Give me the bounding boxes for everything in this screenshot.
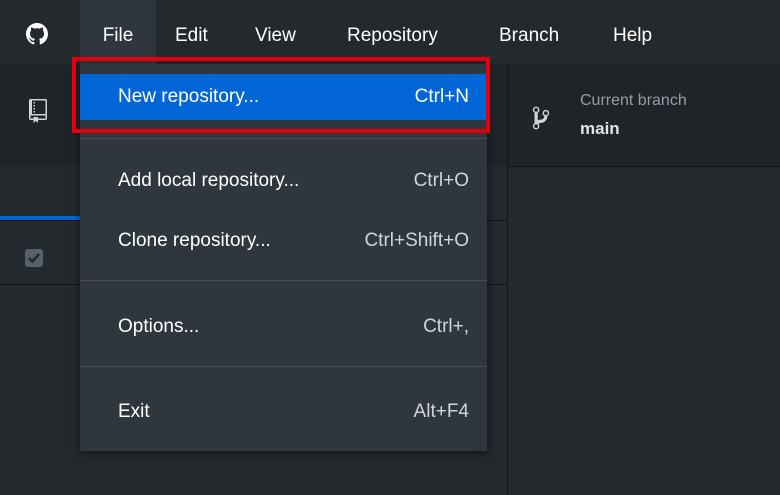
menu-divider xyxy=(80,280,487,281)
menu-item-label: Exit xyxy=(118,401,150,422)
menu-branch-label: Branch xyxy=(499,25,560,46)
menu-edit-label: Edit xyxy=(175,25,208,46)
menu-branch[interactable]: Branch xyxy=(499,0,559,64)
menu-help[interactable]: Help xyxy=(613,0,652,64)
menu-item-label: Options... xyxy=(118,316,200,337)
menu-clone-repository[interactable]: Clone repository... Ctrl+Shift+O xyxy=(80,218,487,264)
menu-edit[interactable]: Edit xyxy=(175,0,208,64)
menu-divider xyxy=(80,366,487,367)
current-branch-value[interactable]: main xyxy=(580,119,620,139)
right-panel xyxy=(508,167,780,495)
vertical-divider xyxy=(507,64,508,495)
menu-item-shortcut: Alt+F4 xyxy=(413,401,469,422)
menu-item-shortcut: Ctrl+O xyxy=(413,170,469,191)
menu-view-label: View xyxy=(255,25,296,46)
menu-item-label: Add local repository... xyxy=(118,170,300,191)
menu-file[interactable]: File xyxy=(80,0,156,64)
repository-icon[interactable] xyxy=(29,98,47,124)
menu-item-shortcut: Ctrl+Shift+O xyxy=(364,230,469,251)
menu-view[interactable]: View xyxy=(255,0,296,64)
current-branch-label: Current branch xyxy=(580,92,687,109)
title-bar: File Edit View Repository Branch Help xyxy=(0,0,780,64)
checkmark-icon xyxy=(28,253,40,264)
menu-file-label: File xyxy=(102,25,134,46)
menu-repository[interactable]: Repository xyxy=(347,0,438,64)
menu-item-label: Clone repository... xyxy=(118,230,271,251)
menu-divider xyxy=(80,138,487,139)
branch-icon[interactable] xyxy=(531,105,551,131)
menu-add-local-repository[interactable]: Add local repository... Ctrl+O xyxy=(80,158,487,204)
menu-options[interactable]: Options... Ctrl+, xyxy=(80,304,487,350)
menu-help-label: Help xyxy=(613,25,653,46)
menu-item-shortcut: Ctrl+, xyxy=(423,316,469,337)
checkbox-icon[interactable] xyxy=(25,249,43,267)
github-logo-icon[interactable] xyxy=(26,23,48,45)
annotation-highlight-box xyxy=(72,57,490,133)
menu-exit[interactable]: Exit Alt+F4 xyxy=(80,389,487,435)
menu-repository-label: Repository xyxy=(347,25,438,46)
